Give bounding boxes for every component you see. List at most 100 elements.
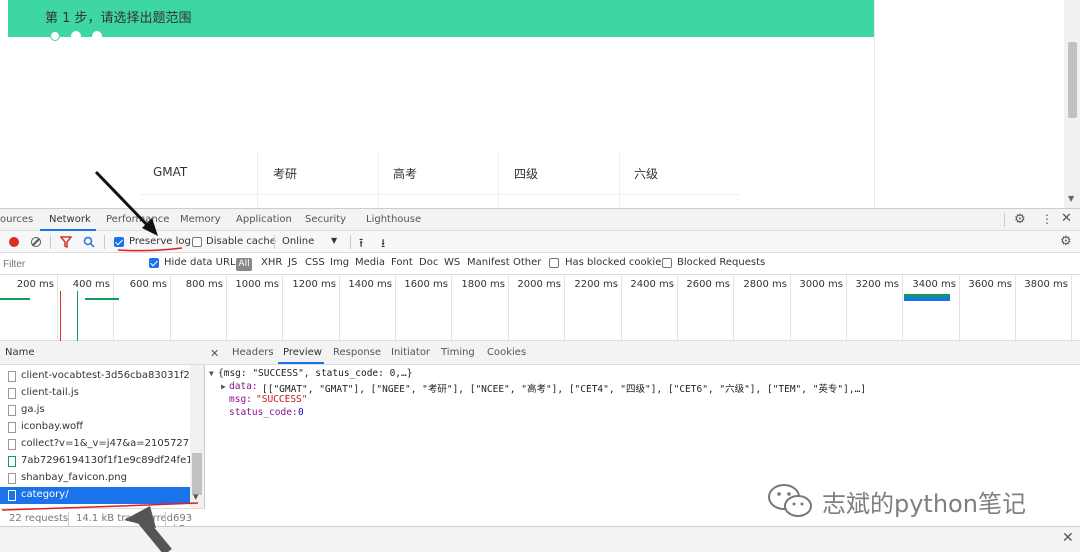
category-gaokao[interactable]: 高考 (393, 154, 417, 208)
timeline-gridline (282, 275, 283, 341)
filter-input[interactable] (3, 256, 138, 272)
disable-cache-checkbox[interactable] (192, 237, 202, 247)
disable-cache-label[interactable]: Disable cache (206, 236, 276, 247)
type-filter-font[interactable]: Font (391, 257, 413, 268)
network-settings-gear-icon[interactable]: ⚙ (1060, 234, 1072, 249)
active-tab-indicator (278, 362, 324, 364)
page-scroll-thumb[interactable] (1068, 42, 1077, 118)
scroll-down-arrow-icon[interactable]: ▼ (193, 493, 198, 501)
network-toolbar: Preserve log Disable cache Online ▼ ⭱ ⭳ … (0, 231, 1080, 253)
name-column-header[interactable]: Name (0, 341, 205, 365)
load-event-line (60, 291, 61, 341)
category-cet4[interactable]: 四级 (514, 154, 538, 208)
tab-headers[interactable]: Headers (232, 347, 274, 358)
request-row-selected[interactable]: category/ (0, 487, 190, 504)
tab-preview[interactable]: Preview (283, 347, 322, 358)
request-row[interactable]: client-vocabtest-3d56cba83031f249.js (0, 368, 190, 385)
type-filter-other[interactable]: Other (513, 257, 541, 268)
has-blocked-cookies-checkbox[interactable] (549, 258, 559, 268)
export-har-icon[interactable]: ⭳ (381, 234, 385, 255)
timeline-label: 1600 ms (404, 279, 448, 290)
timeline-gridline (564, 275, 565, 341)
step-dot-1[interactable] (50, 31, 60, 41)
file-icon (8, 422, 16, 433)
dropdown-arrow-icon[interactable]: ▼ (331, 236, 337, 245)
type-filter-img[interactable]: Img (330, 257, 349, 268)
type-filter-ws[interactable]: WS (444, 257, 460, 268)
throttling-select[interactable]: Online (282, 236, 314, 247)
request-list-scroll-thumb[interactable] (192, 453, 202, 495)
network-timeline[interactable]: 200 ms 400 ms 600 ms 800 ms 1000 ms 1200 ms 14… (0, 275, 1080, 341)
timeline-gridline (902, 275, 903, 341)
clear-icon[interactable] (31, 237, 41, 247)
timeline-label: 2800 ms (743, 279, 787, 290)
collapse-triangle-icon[interactable]: ▶ (221, 382, 226, 391)
expand-triangle-icon[interactable]: ▼ (209, 369, 214, 378)
type-filter-all[interactable]: All (236, 258, 252, 271)
tab-sources[interactable]: ources (0, 214, 33, 225)
tab-application[interactable]: Application (236, 214, 292, 225)
request-list: Name client-vocabtest-3d56cba83031f249.j… (0, 341, 205, 535)
timeline-bar (85, 298, 119, 300)
tab-response[interactable]: Response (333, 347, 381, 358)
request-row[interactable]: ga.js (0, 402, 190, 419)
timeline-label: 3400 ms (912, 279, 956, 290)
preview-root[interactable]: {msg: "SUCCESS", status_code: 0,…} (218, 368, 412, 379)
has-blocked-cookies-label[interactable]: Has blocked cookies (565, 257, 667, 268)
type-filter-js[interactable]: JS (288, 257, 297, 268)
type-filter-manifest[interactable]: Manifest (467, 257, 510, 268)
request-row[interactable]: collect?v=1&_v=j47&a=210572751&t... (0, 436, 190, 453)
type-filter-xhr[interactable]: XHR (261, 257, 282, 268)
tab-memory[interactable]: Memory (180, 214, 221, 225)
preview-data-value[interactable]: [["GMAT", "GMAT"], ["NGEE", "考研"], ["NCE… (262, 381, 866, 395)
type-filter-css[interactable]: CSS (305, 257, 325, 268)
request-row[interactable]: client-tail.js (0, 385, 190, 402)
request-count: 22 requests (9, 513, 69, 524)
close-devtools-icon[interactable]: ✕ (1061, 211, 1072, 226)
category-divider (257, 152, 258, 208)
type-filter-doc[interactable]: Doc (419, 257, 438, 268)
request-row[interactable]: shanbay_favicon.png (0, 470, 190, 487)
category-cet6[interactable]: 六级 (634, 154, 658, 208)
tab-initiator[interactable]: Initiator (391, 347, 430, 358)
settings-gear-icon[interactable]: ⚙ (1014, 212, 1026, 227)
hide-data-urls-checkbox[interactable] (149, 258, 159, 268)
details-tabbar: ✕ Headers Preview Response Initiator Tim… (205, 341, 1080, 365)
category-divider (619, 152, 620, 208)
scroll-down-arrow-icon[interactable]: ▼ (1068, 194, 1074, 203)
request-row[interactable]: 7ab7296194130f1f1e9c89df24fe1680.p... (0, 453, 190, 470)
tab-network[interactable]: Network (49, 214, 91, 225)
close-details-icon[interactable]: ✕ (210, 347, 219, 360)
preserve-log-checkbox[interactable] (114, 237, 124, 247)
close-drawer-icon[interactable]: ✕ (1062, 530, 1074, 546)
type-filter-media[interactable]: Media (355, 257, 385, 268)
preview-msg-value: "SUCCESS" (256, 394, 308, 405)
hide-data-urls-label[interactable]: Hide data URLs (164, 257, 241, 268)
more-options-icon[interactable]: ⋮ (1041, 212, 1053, 226)
tab-security[interactable]: Security (305, 214, 346, 225)
step-dot-2[interactable] (71, 31, 81, 41)
request-row[interactable]: iconbay.woff (0, 419, 190, 436)
timeline-label: 1400 ms (348, 279, 392, 290)
record-icon[interactable] (9, 237, 19, 247)
timeline-gridline (1071, 275, 1072, 341)
timeline-gridline (959, 275, 960, 341)
tab-performance[interactable]: Performance (106, 214, 169, 225)
tab-timing[interactable]: Timing (441, 347, 475, 358)
tab-cookies[interactable]: Cookies (487, 347, 526, 358)
step-dot-3[interactable] (92, 31, 102, 41)
file-icon (8, 371, 16, 382)
timeline-label: 2400 ms (630, 279, 674, 290)
separator (350, 235, 351, 249)
search-icon[interactable] (83, 236, 95, 248)
filter-funnel-icon[interactable] (60, 236, 72, 248)
blocked-requests-checkbox[interactable] (662, 258, 672, 268)
step-banner: 第 1 步，请选择出题范围 (8, 0, 874, 41)
separator (1004, 213, 1005, 227)
category-kaoyan[interactable]: 考研 (273, 154, 297, 208)
tab-lighthouse[interactable]: Lighthouse (366, 214, 421, 225)
blocked-requests-label[interactable]: Blocked Requests (677, 257, 765, 268)
import-har-icon[interactable]: ⭱ (359, 234, 363, 255)
preserve-log-label[interactable]: Preserve log (129, 236, 191, 247)
category-gmat[interactable]: GMAT (153, 154, 187, 208)
